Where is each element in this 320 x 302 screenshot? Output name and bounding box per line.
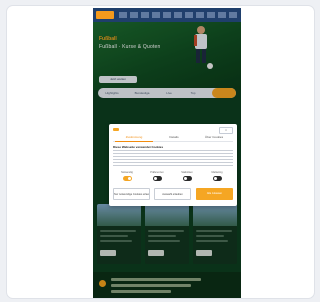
toggle-label: Statistiken — [181, 171, 193, 174]
cookie-consent-dialog: × Zustimmung Details Über Cookies Diese … — [109, 124, 237, 206]
toggle-marketing[interactable]: Marketing — [203, 170, 231, 184]
dialog-body-text — [113, 150, 233, 166]
toggle-statistics[interactable]: Statistiken — [173, 170, 201, 184]
toggle-label: Notwendig — [121, 171, 133, 174]
toggle-label: Marketing — [211, 171, 223, 174]
toggle-switch[interactable] — [182, 176, 192, 181]
nav-links[interactable] — [119, 12, 237, 18]
toggle-switch[interactable] — [212, 176, 222, 181]
dialog-heading: Diese Webseite verwendet Cookies — [113, 145, 164, 149]
toggle-preferences[interactable]: Präferenzen — [143, 170, 171, 184]
tab-about-cookies[interactable]: Über Cookies — [195, 134, 233, 141]
allow-selection-button[interactable]: Auswahl erlauben — [154, 188, 191, 200]
top-navigation-bar — [93, 8, 241, 22]
screenshot-card: Fußball Fußball · Kurse & Quoten Jetzt w… — [6, 5, 315, 299]
dialog-actions: Nur notwendige Cookies erlauben Auswahl … — [113, 188, 233, 200]
consent-toggles: Notwendig Präferenzen Statistiken Market… — [113, 170, 233, 184]
dialog-tabs: Zustimmung Details Über Cookies — [113, 134, 233, 142]
dialog-logo — [113, 128, 119, 131]
toggle-switch[interactable] — [122, 176, 132, 181]
toggle-necessary[interactable]: Notwendig — [113, 170, 141, 184]
accept-all-button[interactable]: Alle zulassen — [196, 188, 233, 200]
close-button[interactable]: × — [219, 127, 233, 134]
site-logo[interactable] — [96, 11, 114, 19]
tab-details[interactable]: Details — [155, 134, 193, 141]
deny-button[interactable]: Nur notwendige Cookies erlauben — [113, 188, 150, 200]
toggle-switch[interactable] — [152, 176, 162, 181]
tab-consent[interactable]: Zustimmung — [115, 134, 153, 142]
toggle-label: Präferenzen — [150, 171, 164, 174]
